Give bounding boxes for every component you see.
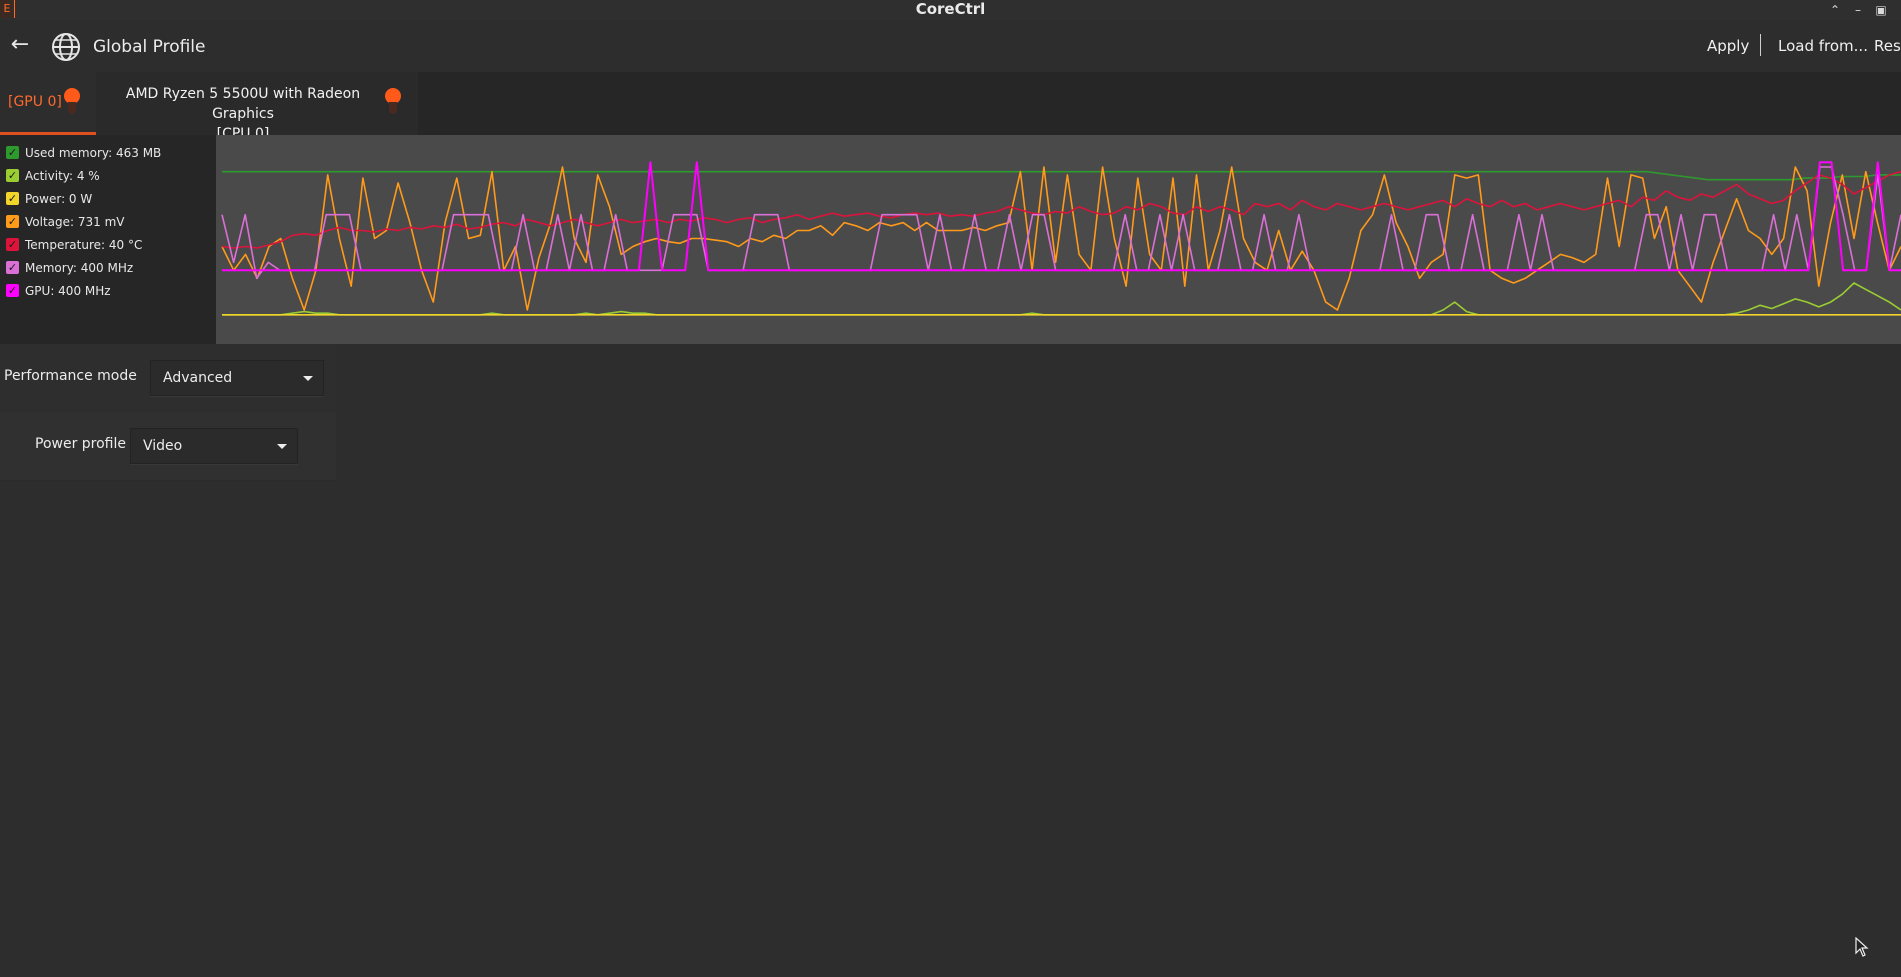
performance-mode-select[interactable]: Advanced: [150, 360, 324, 396]
sensor-label: Activity: 4 %: [25, 169, 100, 183]
minimize-icon[interactable]: –: [1849, 1, 1867, 19]
series-line-used-memory: [222, 170, 1901, 181]
apply-button[interactable]: Apply: [1707, 37, 1749, 55]
series-line-voltage: [221, 166, 1901, 311]
sensor-graph-svg: [221, 161, 1901, 316]
chevron-down-icon: [303, 376, 313, 381]
sensor-label: Used memory: 463 MB: [25, 146, 162, 160]
collapse-icon[interactable]: ⌃: [1826, 1, 1844, 19]
series-line-activity: [222, 282, 1901, 316]
power-profile-label: Power profile: [35, 436, 126, 452]
sensor-graph: [216, 135, 1901, 344]
toggle-stem-icon: [389, 102, 397, 114]
checkbox-checked-icon[interactable]: ✓: [6, 146, 19, 159]
power-profile-select[interactable]: Video: [130, 428, 298, 464]
checkbox-checked-icon[interactable]: ✓: [6, 215, 19, 228]
profile-toolbar: ← Global Profile Apply Load from... Rese: [0, 20, 1901, 72]
sensor-legend: ✓ Used memory: 463 MB ✓ Activity: 4 % ✓ …: [0, 135, 216, 344]
sensor-label: Voltage: 731 mV: [25, 215, 125, 229]
tab-gpu-0[interactable]: [GPU 0]: [0, 72, 96, 135]
gpu-0-toggle[interactable]: [64, 88, 80, 114]
globe-icon: [52, 33, 80, 61]
sensor-label: Memory: 400 MHz: [25, 261, 134, 275]
device-tabs: [GPU 0] AMD Ryzen 5 5500U with Radeon Gr…: [0, 72, 1901, 142]
load-from-button[interactable]: Load from...: [1778, 37, 1868, 55]
tab-cpu-0[interactable]: AMD Ryzen 5 5500U with Radeon Graphics […: [96, 72, 418, 142]
checkbox-checked-icon[interactable]: ✓: [6, 238, 19, 251]
tab-gpu-0-label: [GPU 0]: [8, 94, 62, 110]
mouse-cursor-icon: [1855, 937, 1869, 957]
performance-mode-value: Advanced: [163, 370, 233, 386]
controls-panel: Performance mode Advanced Power profile …: [0, 344, 336, 481]
checkbox-checked-icon[interactable]: ✓: [6, 169, 19, 182]
chevron-down-icon: [277, 444, 287, 449]
profile-title: Global Profile: [93, 37, 206, 57]
sensor-label: Power: 0 W: [25, 192, 93, 206]
checkbox-checked-icon[interactable]: ✓: [6, 261, 19, 274]
toolbar-separator: [1760, 34, 1761, 56]
toggle-stem-icon: [68, 102, 76, 114]
sensor-label: GPU: 400 MHz: [25, 284, 111, 298]
arrow-left-icon[interactable]: ←: [8, 33, 32, 57]
window-title: CoreCtrl: [915, 0, 986, 18]
power-profile-value: Video: [143, 438, 183, 454]
checkbox-checked-icon[interactable]: ✓: [6, 192, 19, 205]
maximize-icon[interactable]: ▣: [1872, 1, 1890, 19]
performance-mode-row: Performance mode Advanced: [0, 344, 336, 414]
performance-mode-label: Performance mode: [4, 368, 137, 384]
reset-button[interactable]: Rese: [1874, 37, 1901, 55]
window-titlebar: E CoreCtrl ⌃ – ▣: [0, 0, 1901, 21]
tab-cpu-0-name: AMD Ryzen 5 5500U with Radeon Graphics: [125, 86, 361, 122]
cpu-0-toggle[interactable]: [385, 88, 401, 114]
power-profile-row: Power profile Video: [0, 412, 336, 480]
sensor-label: Temperature: 40 °C: [25, 238, 143, 252]
checkbox-checked-icon[interactable]: ✓: [6, 284, 19, 297]
